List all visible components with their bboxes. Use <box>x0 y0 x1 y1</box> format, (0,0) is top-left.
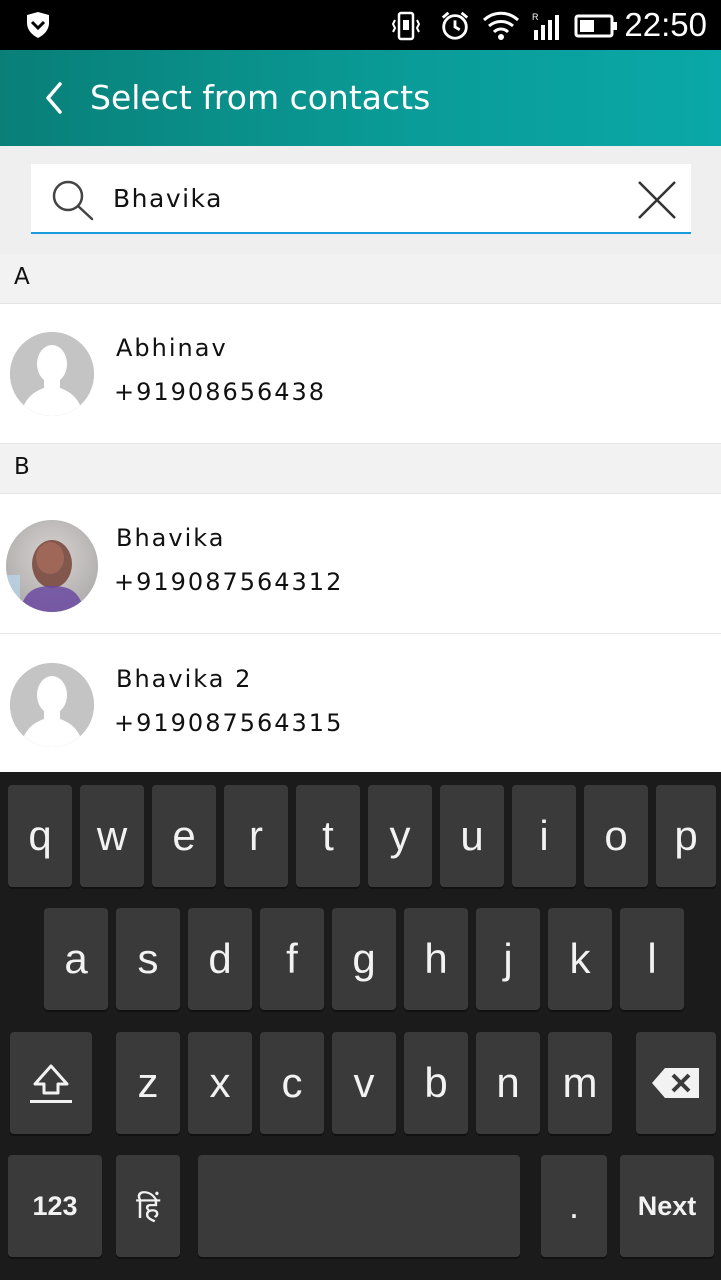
key-o[interactable]: o <box>584 785 648 887</box>
key-w[interactable]: w <box>80 785 144 887</box>
chevron-left-icon <box>46 82 62 114</box>
key-h[interactable]: h <box>404 908 468 1010</box>
space-key[interactable] <box>198 1155 520 1257</box>
shift-icon <box>30 1064 72 1103</box>
key-p[interactable]: p <box>656 785 716 887</box>
section-header-b: B <box>0 444 721 494</box>
contact-phone: +91908656438 <box>114 378 327 406</box>
search-icon <box>52 180 94 221</box>
key-z[interactable]: z <box>116 1032 180 1134</box>
numbers-key[interactable]: 123 <box>8 1155 102 1257</box>
clear-search-button[interactable] <box>635 178 679 222</box>
page-title: Select from contacts <box>90 78 431 117</box>
backspace-icon <box>652 1068 699 1098</box>
next-key[interactable]: Next <box>620 1155 714 1257</box>
clock: 22:50 <box>624 6 707 43</box>
key-m[interactable]: m <box>548 1032 612 1134</box>
battery-icon <box>574 14 617 38</box>
key-j[interactable]: j <box>476 908 540 1010</box>
key-y[interactable]: y <box>368 785 432 887</box>
default-avatar-icon <box>10 332 94 416</box>
wifi-icon <box>482 11 520 40</box>
contact-name: Bhavika 2 <box>116 665 253 693</box>
key-n[interactable]: n <box>476 1032 540 1134</box>
contact-row-bhavika[interactable]: Bhavika +919087564312 <box>0 494 721 634</box>
key-s[interactable]: s <box>116 908 180 1010</box>
search-input[interactable] <box>113 178 613 218</box>
shield-icon <box>27 12 49 38</box>
vibrate-icon <box>392 11 420 41</box>
back-button[interactable] <box>32 72 76 124</box>
key-x[interactable]: x <box>188 1032 252 1134</box>
key-a[interactable]: a <box>44 908 108 1010</box>
search-box[interactable] <box>31 164 691 234</box>
key-u[interactable]: u <box>440 785 504 887</box>
alarm-icon <box>441 11 469 40</box>
contact-row-abhinav[interactable]: Abhinav +91908656438 <box>0 304 721 444</box>
key-k[interactable]: k <box>548 908 612 1010</box>
close-icon <box>638 181 676 219</box>
section-letter: B <box>14 454 30 480</box>
key-f[interactable]: f <box>260 908 324 1010</box>
language-key[interactable]: हिं <box>116 1155 180 1257</box>
backspace-key[interactable] <box>636 1032 716 1134</box>
contact-phone: +919087564312 <box>114 568 344 596</box>
svg-text:R: R <box>532 12 539 22</box>
photo-avatar <box>6 520 98 612</box>
key-b[interactable]: b <box>404 1032 468 1134</box>
section-header-a: A <box>0 254 721 304</box>
key-r[interactable]: r <box>224 785 288 887</box>
contact-name: Bhavika <box>116 524 226 552</box>
signal-icon: R <box>532 12 559 40</box>
key-e[interactable]: e <box>152 785 216 887</box>
key-v[interactable]: v <box>332 1032 396 1134</box>
key-l[interactable]: l <box>620 908 684 1010</box>
search-area <box>0 146 721 254</box>
status-bar: R 22:50 <box>0 0 721 50</box>
default-avatar-icon <box>10 663 94 747</box>
contact-row-bhavika-2[interactable]: Bhavika 2 +919087564315 <box>0 635 721 775</box>
key-t[interactable]: t <box>296 785 360 887</box>
contact-phone: +919087564315 <box>114 709 344 737</box>
shift-key[interactable] <box>10 1032 92 1134</box>
section-letter: A <box>14 264 30 290</box>
key-c[interactable]: c <box>260 1032 324 1134</box>
period-key[interactable]: . <box>541 1155 607 1257</box>
key-q[interactable]: q <box>8 785 72 887</box>
key-d[interactable]: d <box>188 908 252 1010</box>
contact-name: Abhinav <box>116 334 228 362</box>
soft-keyboard: q w e r t y u i o p a s d f g h j k l z … <box>0 772 721 1280</box>
key-g[interactable]: g <box>332 908 396 1010</box>
app-bar: Select from contacts <box>0 50 721 146</box>
key-i[interactable]: i <box>512 785 576 887</box>
